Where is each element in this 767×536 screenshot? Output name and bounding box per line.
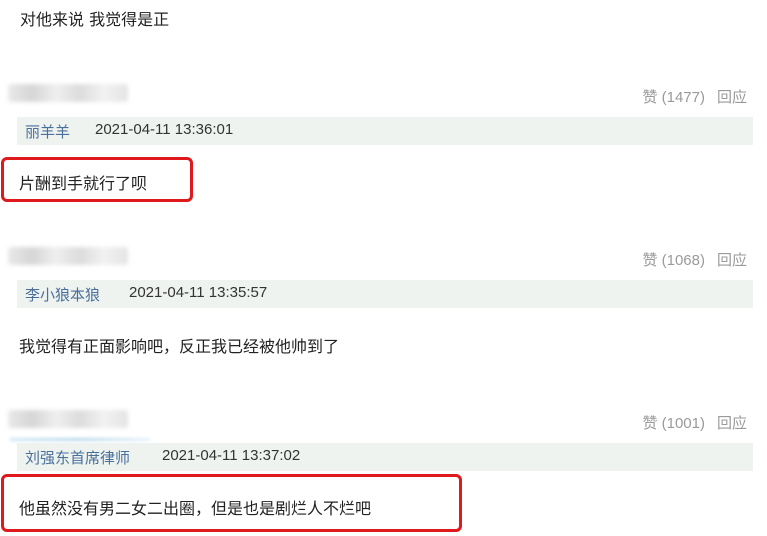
blurred-username xyxy=(8,410,128,428)
quoted-username[interactable]: 刘强东首席律师 xyxy=(25,447,130,468)
quoted-timestamp: 2021-04-11 13:36:01 xyxy=(95,121,234,138)
comment-actions: 赞 (1068) 回应 xyxy=(642,249,747,270)
reply-text: 我觉得有正面影响吧，反正我已经被他帅到了 xyxy=(19,337,340,356)
comment-actions: 赞 (1001) 回应 xyxy=(642,412,747,433)
blurred-username xyxy=(8,247,128,265)
blurred-username xyxy=(8,84,128,102)
blurred-decoration xyxy=(10,438,150,441)
highlight-box xyxy=(1,474,462,532)
quote-bar: 李小狼本狼 2021-04-11 13:35:57 xyxy=(17,280,753,308)
reply-button[interactable]: 回应 xyxy=(717,89,747,106)
like-button[interactable]: 赞 (1477) xyxy=(642,89,705,106)
top-comment-text: 对他来说 我觉得是正 xyxy=(20,10,170,29)
quoted-username[interactable]: 丽羊羊 xyxy=(25,121,70,142)
quote-bar: 刘强东首席律师 2021-04-11 13:37:02 xyxy=(17,443,753,471)
quoted-timestamp: 2021-04-11 13:35:57 xyxy=(129,284,268,301)
reply-button[interactable]: 回应 xyxy=(717,252,747,269)
quoted-username[interactable]: 李小狼本狼 xyxy=(25,284,100,305)
comment-actions: 赞 (1477) 回应 xyxy=(642,86,747,107)
quote-bar: 丽羊羊 2021-04-11 13:36:01 xyxy=(17,117,753,145)
like-button[interactable]: 赞 (1001) xyxy=(642,415,705,432)
highlight-box xyxy=(1,157,193,202)
reply-button[interactable]: 回应 xyxy=(717,415,747,432)
quoted-timestamp: 2021-04-11 13:37:02 xyxy=(162,447,301,464)
like-button[interactable]: 赞 (1068) xyxy=(642,252,705,269)
